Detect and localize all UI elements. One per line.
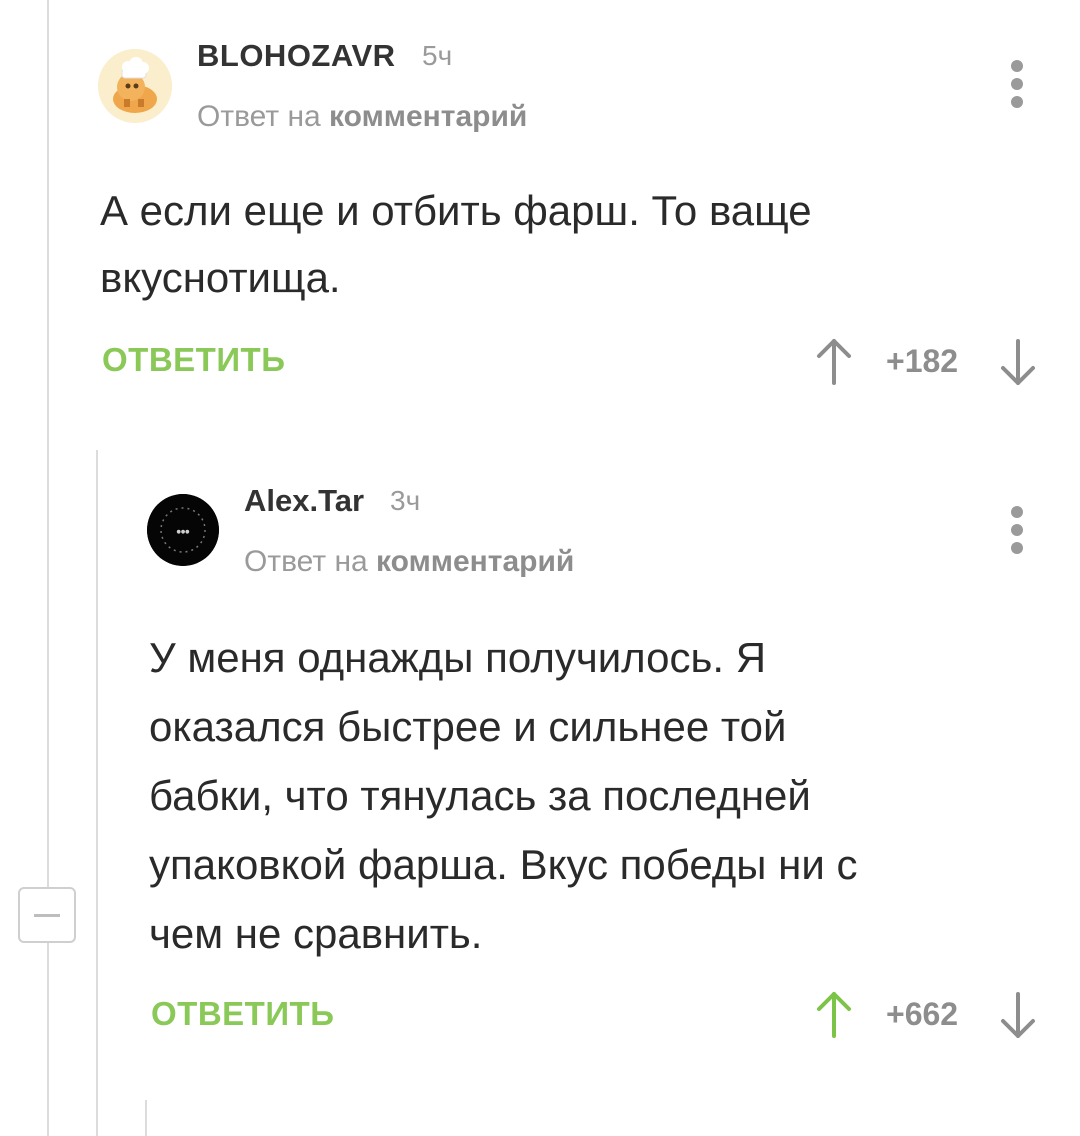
reply-to-prefix: Ответ на [197, 100, 321, 133]
thread-line-nested [145, 1100, 147, 1136]
avatar-dark-icon[interactable]: ●●● [147, 494, 219, 566]
rating-value: +182 [886, 343, 959, 379]
comment-text: А если еще и отбить фарш. То ваще вкусно… [100, 177, 812, 311]
collapse-thread-button[interactable] [18, 887, 76, 943]
upvote-icon[interactable] [816, 337, 852, 387]
thread-line-outer [47, 0, 49, 887]
upvote-icon[interactable] [816, 990, 852, 1040]
comment-time: 5ч [422, 40, 453, 71]
thread-line-inner [96, 450, 98, 1136]
downvote-icon[interactable] [1000, 990, 1036, 1040]
reply-button[interactable]: ОТВЕТИТЬ [102, 341, 285, 379]
collapse-icon [34, 914, 60, 917]
rating-value: +662 [886, 996, 959, 1032]
reply-to-link[interactable]: Ответ на комментарий [197, 100, 527, 134]
reply-button[interactable]: ОТВЕТИТЬ [151, 995, 334, 1033]
comment-text-line: бабки, что тянулась за последней [149, 772, 811, 819]
comment-text-line: У меня однажды получилось. Я [149, 634, 767, 681]
reply-to-prefix: Ответ на [244, 545, 368, 578]
more-icon[interactable] [1011, 506, 1023, 560]
svg-text:●●●: ●●● [176, 529, 190, 535]
comment-author[interactable]: Alex.Tar [244, 483, 364, 519]
reply-to-target[interactable]: комментарий [329, 100, 527, 133]
comment-author[interactable]: BLOHOZAVR [197, 38, 396, 74]
comment-text-line: оказался быстрее и сильнее той [149, 703, 787, 750]
thread-line-outer-lower [47, 943, 49, 1136]
reply-to-link[interactable]: Ответ на комментарий [244, 545, 574, 579]
comment-text-line: А если еще и отбить фарш. То ваще [100, 187, 812, 234]
more-icon[interactable] [1011, 60, 1023, 114]
downvote-icon[interactable] [1000, 337, 1036, 387]
reply-to-target[interactable]: комментарий [376, 545, 574, 578]
comment-text-line: вкуснотища. [100, 254, 341, 301]
comment-text-line: упаковкой фарша. Вкус победы ни с [149, 841, 858, 888]
comment-text: У меня однажды получилось. Я оказался бы… [149, 623, 857, 968]
avatar-dino-icon[interactable] [98, 49, 172, 123]
comment-text-line: чем не сравнить. [149, 910, 483, 957]
comment-time: 3ч [390, 485, 421, 516]
